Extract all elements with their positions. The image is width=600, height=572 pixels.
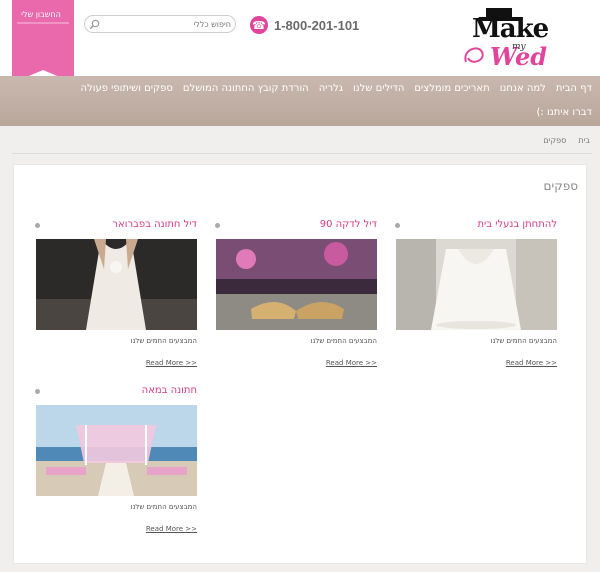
main-nav: דף הבית למה אנחנו תאריכים מומלצים הדילים… — [0, 76, 600, 126]
nav-deals[interactable]: הדילים שלנו — [353, 83, 404, 94]
account-link[interactable]: החשבון שלי — [12, 10, 70, 19]
nav-suppliers[interactable]: ספקים ושיתופי פעולה — [81, 83, 173, 94]
header: Make Wed my ☎ 1-800-201-101 — [0, 0, 600, 76]
logo-make-text: Make — [472, 14, 549, 44]
card-image[interactable] — [36, 405, 197, 496]
read-more-link[interactable]: Read More >> — [146, 525, 197, 533]
phone-contact[interactable]: ☎ 1-800-201-101 — [250, 16, 359, 34]
read-more-link[interactable]: Read More >> — [326, 359, 377, 367]
card-caption: המבצעים החמים שלנו — [130, 337, 197, 345]
nav-home[interactable]: דף הבית — [556, 83, 592, 94]
nav-contact[interactable]: דברו איתנו :) — [537, 107, 592, 118]
page-title: ספקים — [543, 179, 578, 193]
card-caption: המבצעים החמים שלנו — [310, 337, 377, 345]
logo-my-text: my — [512, 42, 526, 52]
card-caption: המבצעים החמים שלנו — [130, 503, 197, 511]
search-input[interactable] — [101, 17, 231, 31]
card-title[interactable]: להתחתן בנעלי בית — [477, 219, 557, 230]
bullet-icon — [35, 389, 40, 394]
nav-gallery[interactable]: גלריה — [319, 83, 343, 94]
read-more-link[interactable]: Read More >> — [146, 359, 197, 367]
phone-number: 1-800-201-101 — [274, 17, 360, 33]
nav-why-us[interactable]: למה אנחנו — [500, 83, 546, 94]
search-icon[interactable] — [89, 19, 100, 30]
card-image[interactable] — [396, 239, 557, 330]
breadcrumb: בית ספקים — [543, 136, 590, 145]
bullet-icon — [215, 223, 220, 228]
card-caption: המבצעים החמים שלנו — [490, 337, 557, 345]
card-title[interactable]: דיל חתונה בפברואר — [112, 219, 197, 230]
breadcrumb-home[interactable]: בית — [578, 136, 590, 145]
card-title[interactable]: דיל לדקה 90 — [320, 219, 377, 230]
search-box[interactable] — [84, 15, 236, 33]
breadcrumb-current: ספקים — [543, 136, 567, 145]
card-image[interactable] — [36, 239, 197, 330]
divider — [12, 153, 592, 154]
nav-download-file[interactable]: הורדת קובץ החתונה המושלם — [183, 83, 309, 94]
nav-recommended-dates[interactable]: תאריכים מומלצים — [414, 83, 489, 94]
bullet-icon — [395, 223, 400, 228]
content-panel: ספקים להתחתן בנעלי בית המבצעים החמים שלנ… — [13, 164, 587, 564]
bullet-icon — [35, 223, 40, 228]
read-more-link[interactable]: Read More >> — [506, 359, 557, 367]
card-title[interactable]: חתונה במאה — [142, 385, 197, 396]
card-image[interactable] — [216, 239, 377, 330]
logo[interactable]: Make Wed my — [460, 8, 592, 71]
phone-icon: ☎ — [250, 16, 268, 34]
